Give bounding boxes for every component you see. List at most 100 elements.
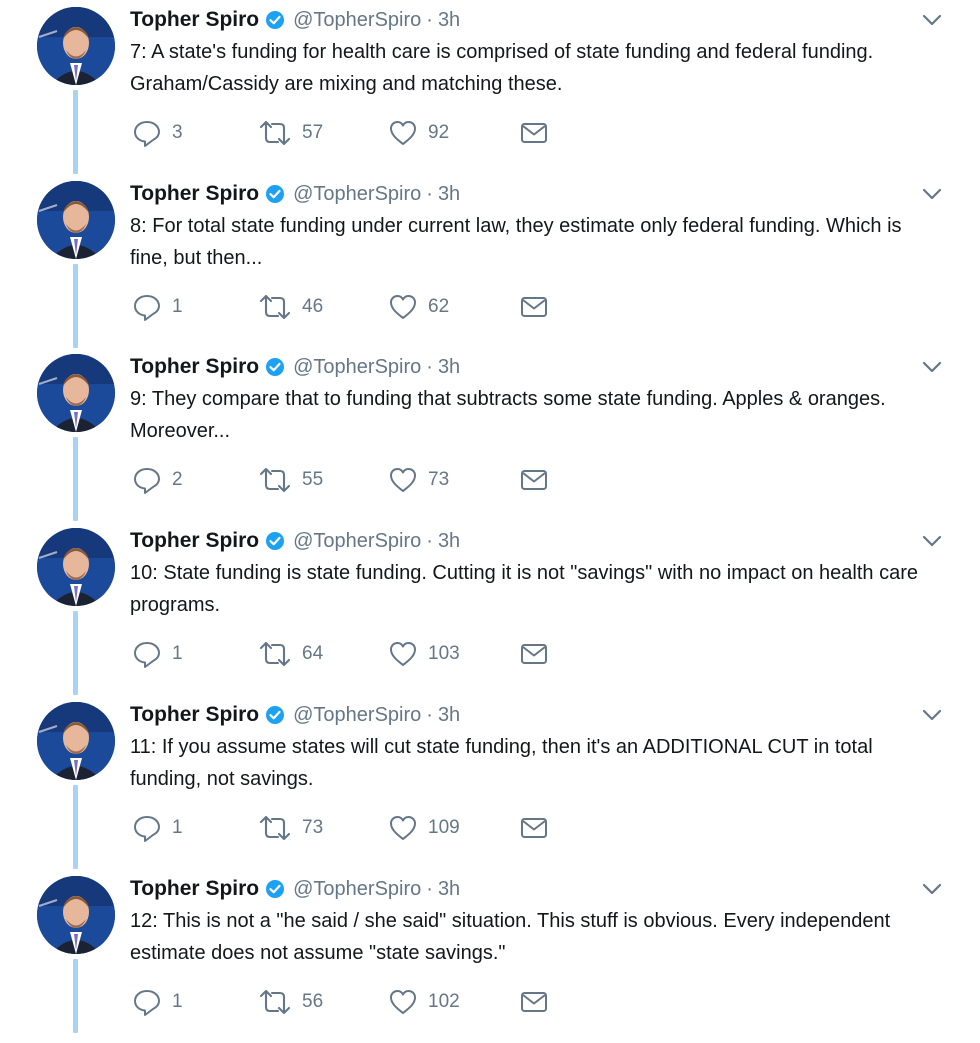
author-handle[interactable]: @TopherSpiro	[293, 878, 421, 901]
direct-message-button[interactable]	[520, 638, 548, 670]
retweet-count: 57	[302, 122, 324, 143]
tweet-header: Topher Spiro @TopherSpiro · 3h	[130, 178, 460, 210]
tweet-header: Topher Spiro @TopherSpiro · 3h	[130, 873, 460, 905]
retweet-button[interactable]: 73	[258, 812, 323, 844]
direct-message-button[interactable]	[520, 291, 548, 323]
heart-icon	[388, 987, 418, 1017]
author-name[interactable]: Topher Spiro	[130, 529, 259, 553]
timestamp[interactable]: 3h	[438, 9, 460, 32]
retweet-button[interactable]: 57	[258, 117, 323, 149]
author-name[interactable]: Topher Spiro	[130, 877, 259, 901]
retweet-button[interactable]: 55	[258, 464, 323, 496]
chevron-down-icon[interactable]	[920, 357, 944, 377]
like-count: 102	[428, 991, 460, 1012]
author-name[interactable]: Topher Spiro	[130, 182, 259, 206]
like-button[interactable]: 103	[388, 638, 460, 670]
direct-message-button[interactable]	[520, 986, 548, 1018]
separator-dot: ·	[426, 529, 433, 552]
reply-count: 2	[172, 469, 183, 490]
chevron-down-icon[interactable]	[920, 184, 944, 204]
reply-icon	[132, 987, 162, 1017]
author-handle[interactable]: @TopherSpiro	[293, 530, 421, 553]
reply-icon	[132, 813, 162, 843]
retweet-button[interactable]: 64	[258, 638, 323, 670]
separator-dot: ·	[426, 355, 433, 378]
tweet-text: 7: A state's funding for health care is …	[130, 41, 874, 95]
reply-button[interactable]: 3	[132, 117, 183, 149]
like-count: 73	[428, 469, 450, 490]
author-handle[interactable]: @TopherSpiro	[293, 183, 421, 206]
chevron-down-icon[interactable]	[920, 705, 944, 725]
timestamp[interactable]: 3h	[438, 878, 460, 901]
author-handle[interactable]: @TopherSpiro	[293, 9, 421, 32]
reply-button[interactable]: 1	[132, 291, 183, 323]
envelope-icon	[520, 641, 548, 667]
avatar[interactable]	[37, 354, 115, 432]
like-button[interactable]: 102	[388, 986, 460, 1018]
tweet-header: Topher Spiro @TopherSpiro · 3h	[130, 525, 460, 557]
tweet[interactable]: Topher Spiro @TopherSpiro · 3h 8: For to…	[0, 174, 980, 348]
timestamp[interactable]: 3h	[438, 704, 460, 727]
like-count: 92	[428, 122, 450, 143]
direct-message-button[interactable]	[520, 117, 548, 149]
tweet[interactable]: Topher Spiro @TopherSpiro · 3h 11: If yo…	[0, 695, 980, 869]
retweet-count: 55	[302, 469, 324, 490]
direct-message-button[interactable]	[520, 464, 548, 496]
avatar[interactable]	[37, 876, 115, 954]
chevron-down-icon[interactable]	[920, 10, 944, 30]
verified-badge-icon	[265, 184, 285, 204]
tweet[interactable]: Topher Spiro @TopherSpiro · 3h 7: A stat…	[0, 0, 980, 174]
envelope-icon	[520, 467, 548, 493]
retweet-count: 56	[302, 991, 324, 1012]
chevron-down-icon[interactable]	[920, 531, 944, 551]
verified-badge-icon	[265, 357, 285, 377]
tweet[interactable]: Topher Spiro @TopherSpiro · 3h 12: This …	[0, 869, 980, 1043]
like-button[interactable]: 73	[388, 464, 449, 496]
retweet-button[interactable]: 46	[258, 291, 323, 323]
heart-icon	[388, 465, 418, 495]
thread-line	[73, 611, 78, 695]
reply-button[interactable]: 1	[132, 986, 183, 1018]
verified-badge-icon	[265, 10, 285, 30]
retweet-icon	[258, 639, 292, 669]
reply-count: 1	[172, 991, 183, 1012]
timestamp[interactable]: 3h	[438, 530, 460, 553]
author-name[interactable]: Topher Spiro	[130, 703, 259, 727]
tweet[interactable]: Topher Spiro @TopherSpiro · 3h 10: State…	[0, 521, 980, 695]
tweet-actions: 1 73 109	[132, 812, 592, 844]
chevron-down-icon[interactable]	[920, 879, 944, 899]
author-name[interactable]: Topher Spiro	[130, 8, 259, 32]
avatar[interactable]	[37, 7, 115, 85]
avatar[interactable]	[37, 528, 115, 606]
heart-icon	[388, 639, 418, 669]
like-button[interactable]: 109	[388, 812, 460, 844]
reply-button[interactable]: 2	[132, 464, 183, 496]
retweet-count: 73	[302, 817, 324, 838]
verified-badge-icon	[265, 879, 285, 899]
retweet-icon	[258, 813, 292, 843]
direct-message-button[interactable]	[520, 812, 548, 844]
like-button[interactable]: 62	[388, 291, 449, 323]
author-handle[interactable]: @TopherSpiro	[293, 356, 421, 379]
reply-button[interactable]: 1	[132, 812, 183, 844]
like-button[interactable]: 92	[388, 117, 449, 149]
reply-icon	[132, 639, 162, 669]
envelope-icon	[520, 294, 548, 320]
tweet[interactable]: Topher Spiro @TopherSpiro · 3h 9: They c…	[0, 347, 980, 521]
tweet-text: 11: If you assume states will cut state …	[130, 736, 873, 790]
retweet-button[interactable]: 56	[258, 986, 323, 1018]
verified-badge-icon	[265, 705, 285, 725]
avatar[interactable]	[37, 702, 115, 780]
reply-button[interactable]: 1	[132, 638, 183, 670]
avatar[interactable]	[37, 181, 115, 259]
author-name[interactable]: Topher Spiro	[130, 355, 259, 379]
envelope-icon	[520, 815, 548, 841]
separator-dot: ·	[426, 877, 433, 900]
timestamp[interactable]: 3h	[438, 183, 460, 206]
author-handle[interactable]: @TopherSpiro	[293, 704, 421, 727]
tweet-header: Topher Spiro @TopherSpiro · 3h	[130, 699, 460, 731]
reply-count: 3	[172, 122, 183, 143]
tweet-header: Topher Spiro @TopherSpiro · 3h	[130, 4, 460, 36]
timestamp[interactable]: 3h	[438, 356, 460, 379]
like-count: 62	[428, 296, 450, 317]
